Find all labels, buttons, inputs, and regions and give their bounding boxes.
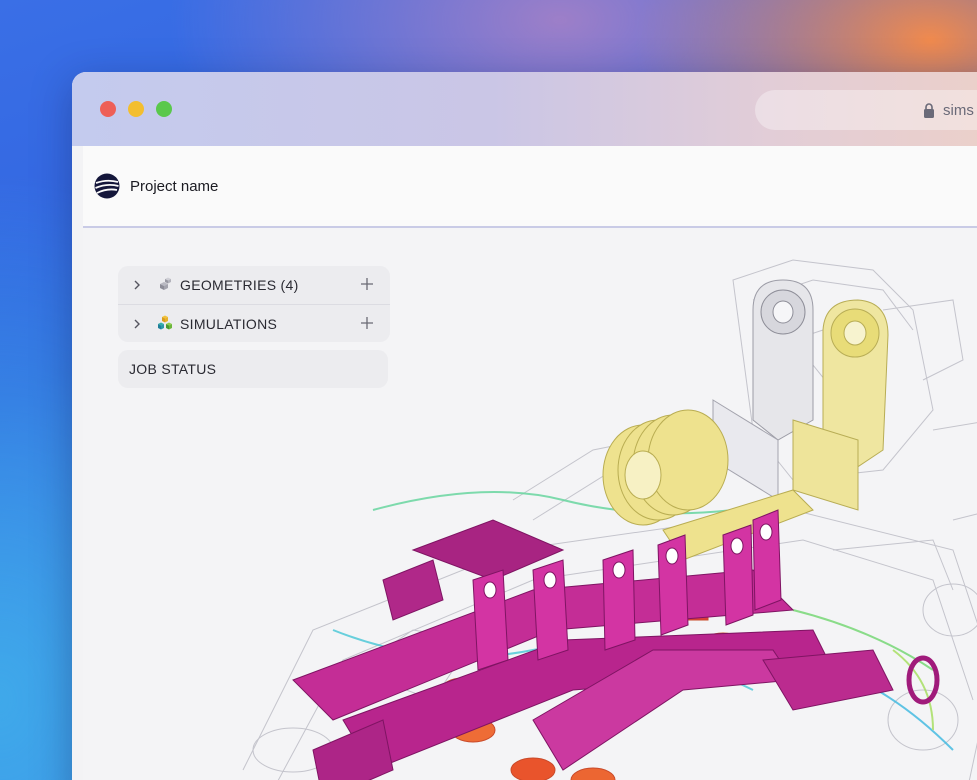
browser-titlebar: sims [72,72,977,146]
project-name[interactable]: Project name [130,178,218,195]
job-status-button[interactable]: JOB STATUS [118,350,388,388]
app-area: Project name GEOMETRIES (4) SIMULATIONS … [83,146,977,780]
add-geometry-icon[interactable] [360,277,374,291]
minimize-window-button[interactable] [128,101,144,117]
address-bar-url: sims [943,101,974,119]
tree-item-geometries[interactable]: GEOMETRIES (4) [118,266,390,304]
maximize-window-button[interactable] [156,101,172,117]
sidebar-panel: GEOMETRIES (4) SIMULATIONS JOB STATUS [118,266,390,388]
app-logo-icon[interactable] [94,173,120,199]
close-window-button[interactable] [100,101,116,117]
simulation-cubes-icon [158,315,172,329]
3d-viewport[interactable]: GEOMETRIES (4) SIMULATIONS JOB STATUS [83,230,977,780]
chevron-right-icon[interactable] [132,280,142,290]
job-status-label: JOB STATUS [129,361,217,377]
tree-item-label: GEOMETRIES (4) [180,277,299,293]
chevron-right-icon[interactable] [132,319,142,329]
lock-icon [924,102,934,118]
address-bar[interactable]: sims [755,90,977,130]
tree-item-label: SIMULATIONS [180,315,278,332]
browser-window: sims Project name GEOMETRIES (4) SIMULAT… [72,72,977,780]
tree-item-simulations[interactable]: SIMULATIONS [118,304,390,342]
add-simulation-icon[interactable] [360,316,374,330]
resource-tree: GEOMETRIES (4) SIMULATIONS [118,266,390,342]
app-header: Project name [83,146,977,228]
geometry-cubes-icon [160,277,171,290]
